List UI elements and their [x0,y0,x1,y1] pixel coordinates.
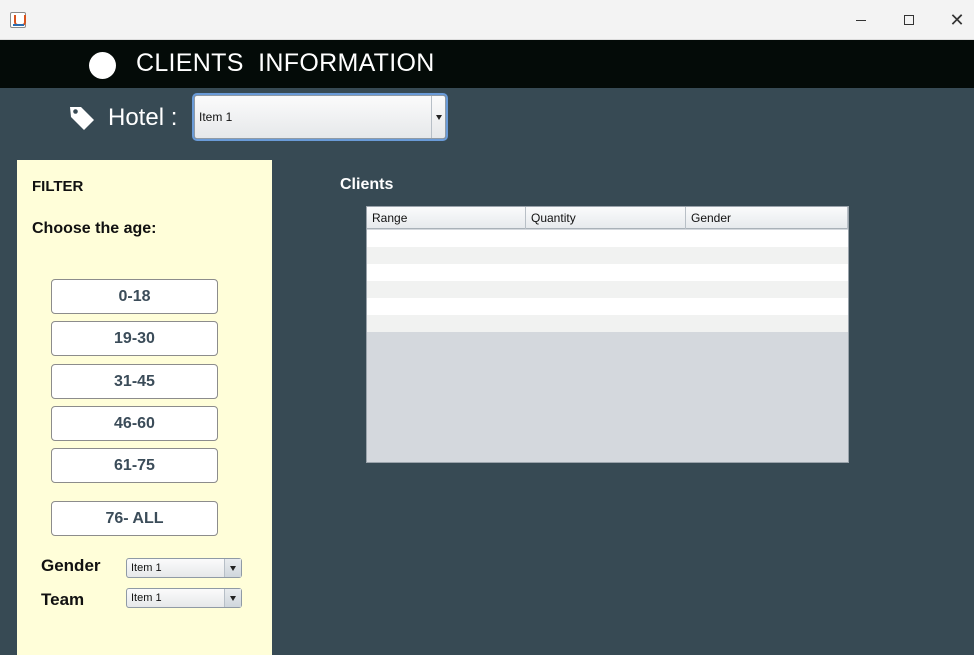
team-selected-value: Item 1 [131,592,162,604]
window-title-bar: ✕ [0,0,974,40]
clients-table[interactable]: Range Quantity Gender [366,206,849,463]
clients-title: Clients [340,176,394,193]
table-row[interactable] [367,315,848,332]
table-row[interactable] [367,281,848,298]
chevron-down-icon[interactable] [224,559,241,577]
age-button-0-18[interactable]: 0-18 [51,279,218,314]
filter-panel: FILTER Choose the age: 0-18 19-30 31-45 … [17,160,272,655]
hotel-label: Hotel : [108,104,178,131]
table-body [367,230,848,332]
gender-selected-value: Item 1 [131,562,162,574]
column-header-range[interactable]: Range [367,207,526,229]
page-title: CLIENTS INFORMATION [136,49,435,77]
table-row[interactable] [367,298,848,315]
table-row[interactable] [367,247,848,264]
table-row[interactable] [367,230,848,247]
circle-icon [89,52,116,79]
gender-label: Gender [41,556,101,575]
chevron-down-icon[interactable] [224,589,241,607]
minimize-button[interactable] [838,0,884,40]
main-panel: Hotel : Item 1 FILTER Choose the age: 0-… [0,88,974,655]
close-button[interactable]: ✕ [934,0,974,40]
tag-icon [70,107,94,130]
maximize-button[interactable] [886,0,932,40]
age-button-19-30[interactable]: 19-30 [51,321,218,356]
hotel-dropdown[interactable]: Item 1 [194,95,446,139]
close-icon: ✕ [949,9,965,31]
minimize-icon [856,19,866,21]
table-row[interactable] [367,264,848,281]
column-header-quantity[interactable]: Quantity [526,207,686,229]
column-header-gender[interactable]: Gender [686,207,848,229]
table-header: Range Quantity Gender [367,207,848,229]
age-button-61-75[interactable]: 61-75 [51,448,218,483]
team-dropdown[interactable]: Item 1 [126,588,242,608]
age-button-31-45[interactable]: 31-45 [51,364,218,399]
age-label: Choose the age: [32,220,157,237]
team-label: Team [41,590,85,609]
maximize-icon [904,15,914,25]
gender-dropdown[interactable]: Item 1 [126,558,242,578]
hotel-selected-value: Item 1 [199,110,233,124]
age-button-46-60[interactable]: 46-60 [51,406,218,441]
filter-title: FILTER [32,178,84,195]
app-header: CLIENTS INFORMATION [0,40,974,88]
java-app-icon [10,12,26,28]
age-button-76-all[interactable]: 76- ALL [51,501,218,536]
chevron-down-icon[interactable] [431,96,445,138]
